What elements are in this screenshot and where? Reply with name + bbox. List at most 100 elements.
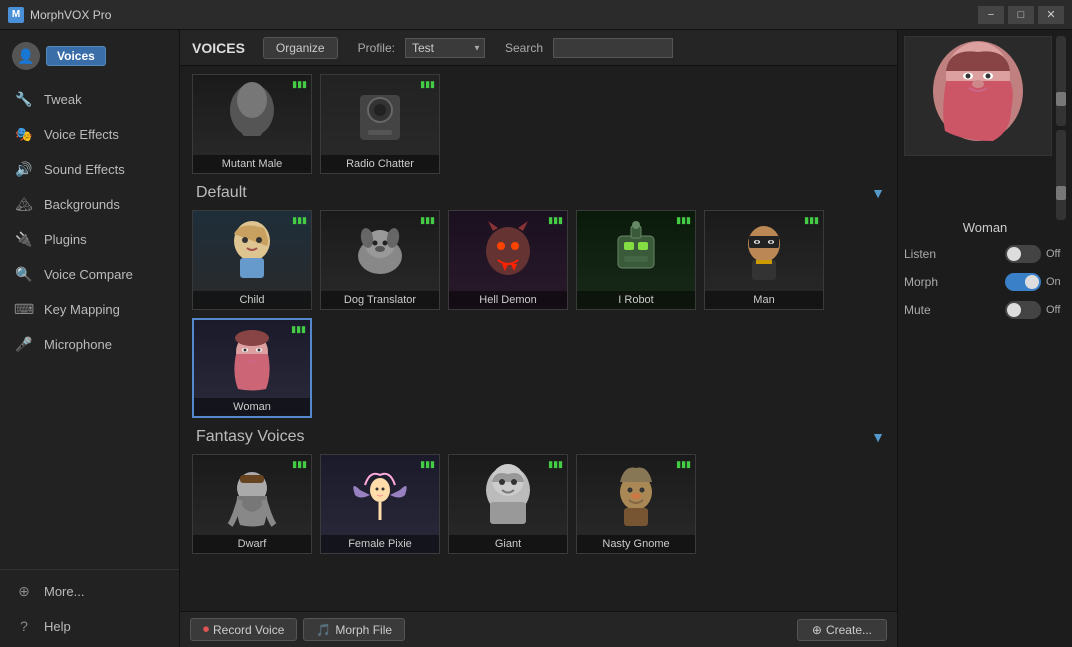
voice-effects-icon: 🎭	[14, 126, 34, 143]
voice-card-nasty-gnome[interactable]: ▮▮▮ Nasty Gnome	[576, 454, 696, 554]
tweak-icon: 🔧	[14, 91, 34, 108]
sidebar-item-label: Voice Effects	[44, 127, 119, 142]
voices-scroll[interactable]: ▮▮▮ Mutant Male ▮▮▮ Radio Chatter	[180, 66, 897, 611]
microphone-icon: 🎤	[14, 336, 34, 353]
listen-toggle-container: Off	[1005, 245, 1066, 263]
create-plus-icon: ⊕	[812, 623, 822, 637]
signal-icon: ▮▮▮	[292, 215, 307, 226]
fantasy-voice-grid: ▮▮▮ Dwarf	[192, 454, 885, 554]
signal-icon: ▮▮▮	[676, 215, 691, 226]
sidebar-item-label: More...	[44, 584, 84, 599]
sound-effects-icon: 🔊	[14, 161, 34, 178]
listen-state: Off	[1046, 248, 1066, 260]
signal-icon: ▮▮▮	[292, 79, 307, 90]
voice-card-mutant-male[interactable]: ▮▮▮ Mutant Male	[192, 74, 312, 174]
voice-card-man[interactable]: ▮▮▮ Man	[704, 210, 824, 310]
minimize-button[interactable]: −	[978, 6, 1004, 24]
preview-image	[904, 36, 1052, 156]
voice-card-female-pixie[interactable]: ▮▮▮ Female Pixie	[320, 454, 440, 554]
morph-control: Morph On	[904, 273, 1066, 291]
signal-icon: ▮▮▮	[420, 459, 435, 470]
sidebar-item-label: Sound Effects	[44, 162, 125, 177]
sidebar-item-key-mapping[interactable]: ⌨ Key Mapping	[0, 292, 179, 327]
signal-icon: ▮▮▮	[548, 459, 563, 470]
create-button[interactable]: ⊕ Create...	[797, 619, 887, 641]
sidebar-item-microphone[interactable]: 🎤 Microphone	[0, 327, 179, 362]
record-voice-label: Record Voice	[213, 623, 284, 637]
sidebar-item-sound-effects[interactable]: 🔊 Sound Effects	[0, 152, 179, 187]
voice-card-name: Radio Chatter	[321, 155, 439, 173]
fantasy-section-arrow[interactable]: ▼	[871, 429, 885, 445]
profile-select[interactable]: Test Default Gaming Work	[405, 38, 485, 58]
bottom-toolbar: ⏺ Record Voice 🎵 Morph File ⊕ Create...	[180, 611, 897, 647]
sidebar-item-voice-compare[interactable]: 🔍 Voice Compare	[0, 257, 179, 292]
record-icon: ⏺	[203, 622, 209, 637]
preview-main	[904, 36, 1052, 220]
voice-card-hell-demon[interactable]: ▮▮▮ Hell Demon	[448, 210, 568, 310]
fantasy-section-header: Fantasy Voices ▼	[196, 428, 885, 446]
voice-card-name: Hell Demon	[449, 291, 567, 309]
listen-toggle[interactable]	[1005, 245, 1041, 263]
sidebar-item-label: Backgrounds	[44, 197, 120, 212]
organize-button[interactable]: Organize	[263, 37, 338, 59]
search-input[interactable]	[553, 38, 673, 58]
sidebar-item-backgrounds[interactable]: 🏔 Backgrounds	[0, 187, 179, 222]
signal-icon: ▮▮▮	[548, 215, 563, 226]
backgrounds-icon: 🏔	[14, 196, 34, 213]
morph-icon: 🎵	[316, 623, 331, 637]
window-controls: − □ ✕	[978, 6, 1064, 24]
sidebar-item-label: Help	[44, 619, 71, 634]
sidebar-item-tweak[interactable]: 🔧 Tweak	[0, 82, 179, 117]
mute-toggle-container: Off	[1005, 301, 1066, 319]
voice-card-name: Giant	[449, 535, 567, 553]
content-area: VOICES Organize Profile: Test Default Ga…	[180, 30, 897, 647]
sidebar-footer: ⊕ More... ? Help	[0, 569, 179, 647]
right-panel: Woman Listen Off Morph On Mute Off	[897, 30, 1072, 647]
voice-card-child[interactable]: ▮▮▮ Child	[192, 210, 312, 310]
mute-toggle[interactable]	[1005, 301, 1041, 319]
voice-card-name: Child	[193, 291, 311, 309]
voices-badge[interactable]: Voices	[46, 46, 106, 66]
sidebar-item-voice-effects[interactable]: 🎭 Voice Effects	[0, 117, 179, 152]
sidebar-item-plugins[interactable]: 🔌 Plugins	[0, 222, 179, 257]
morph-label: Morph	[904, 275, 938, 289]
recent-voice-grid: ▮▮▮ Mutant Male ▮▮▮ Radio Chatter	[192, 74, 885, 174]
sidebar-item-label: Plugins	[44, 232, 87, 247]
sidebar-item-label: Key Mapping	[44, 302, 120, 317]
voice-card-dog-translator[interactable]: ▮▮▮ Dog Translator	[320, 210, 440, 310]
voice-card-name: Dog Translator	[321, 291, 439, 309]
close-button[interactable]: ✕	[1038, 6, 1064, 24]
restore-button[interactable]: □	[1008, 6, 1034, 24]
profile-label: Profile:	[358, 41, 395, 55]
app-body: 👤 Voices 🔧 Tweak 🎭 Voice Effects 🔊 Sound…	[0, 30, 1072, 647]
voice-card-name: Dwarf	[193, 535, 311, 553]
mute-control: Mute Off	[904, 301, 1066, 319]
voice-card-dwarf[interactable]: ▮▮▮ Dwarf	[192, 454, 312, 554]
voice-card-name: Female Pixie	[321, 535, 439, 553]
slider-1-thumb	[1056, 92, 1066, 106]
signal-icon: ▮▮▮	[676, 459, 691, 470]
sidebar-item-label: Voice Compare	[44, 267, 133, 282]
voice-card-giant[interactable]: ▮▮▮ Giant	[448, 454, 568, 554]
app-title: MorphVOX Pro	[30, 8, 978, 22]
slider-2[interactable]	[1056, 130, 1066, 220]
signal-icon: ▮▮▮	[420, 215, 435, 226]
voice-card-radio-chatter[interactable]: ▮▮▮ Radio Chatter	[320, 74, 440, 174]
create-label: Create...	[826, 623, 872, 637]
slider-1[interactable]	[1056, 36, 1066, 126]
voice-card-name: I Robot	[577, 291, 695, 309]
default-section-arrow[interactable]: ▼	[871, 185, 885, 201]
morph-toggle[interactable]	[1005, 273, 1041, 291]
toolbar: VOICES Organize Profile: Test Default Ga…	[180, 30, 897, 66]
sidebar-item-more[interactable]: ⊕ More...	[0, 574, 179, 609]
section-title: VOICES	[192, 40, 245, 56]
preview-sliders	[1056, 36, 1066, 220]
default-section-header: Default ▼	[196, 184, 885, 202]
morph-file-button[interactable]: 🎵 Morph File	[303, 618, 405, 641]
sidebar-item-help[interactable]: ? Help	[0, 609, 179, 643]
default-voice-grid: ▮▮▮ Child	[192, 210, 885, 418]
titlebar: M MorphVOX Pro − □ ✕	[0, 0, 1072, 30]
record-voice-button[interactable]: ⏺ Record Voice	[190, 618, 297, 641]
voice-card-i-robot[interactable]: ▮▮▮ I Robot	[576, 210, 696, 310]
voice-card-woman[interactable]: ▮▮▮ Woman	[192, 318, 312, 418]
